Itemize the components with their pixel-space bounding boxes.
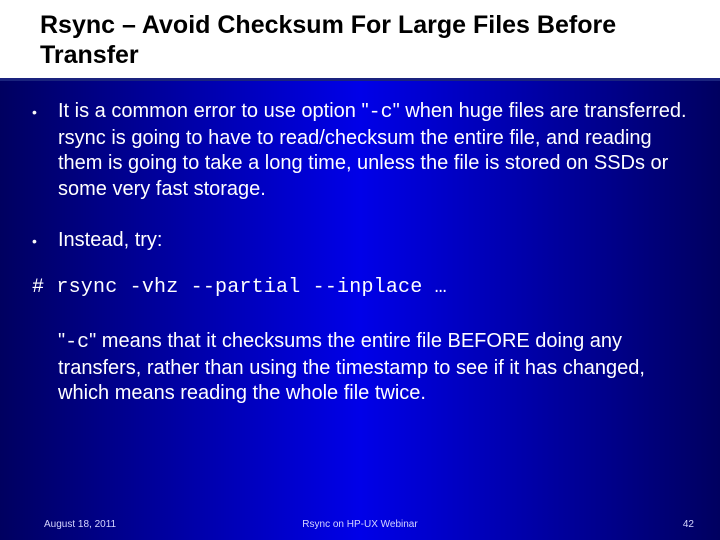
bullet-text: Instead, try: [58, 228, 690, 254]
bullet-item: • It is a common error to use option "-c… [30, 99, 690, 202]
footer-title: Rsync on HP-UX Webinar [302, 519, 417, 530]
footer-date: August 18, 2011 [44, 519, 116, 530]
bullet-marker: • [30, 103, 58, 123]
content-area: • It is a common error to use option "-c… [0, 81, 720, 407]
code-flag: -c [369, 101, 393, 124]
title-block: Rsync – Avoid Checksum For Large Files B… [0, 0, 720, 81]
footer-page: 42 [683, 519, 694, 530]
bullet-item: • Instead, try: [30, 228, 690, 254]
bullet-marker: • [30, 232, 58, 252]
command-line: # rsync -vhz --partial --inplace … [32, 276, 690, 299]
footer: August 18, 2011 Rsync on HP-UX Webinar 4… [0, 519, 720, 530]
text-fragment: It is a common error to use option " [58, 100, 369, 122]
bullet-text: It is a common error to use option "-c" … [58, 99, 690, 202]
slide: Rsync – Avoid Checksum For Large Files B… [0, 0, 720, 540]
code-flag: -c [65, 331, 89, 354]
text-fragment: " means that it checksums the entire fil… [58, 330, 645, 404]
note-text: "-c" means that it checksums the entire … [58, 329, 680, 407]
slide-title: Rsync – Avoid Checksum For Large Files B… [14, 10, 706, 70]
